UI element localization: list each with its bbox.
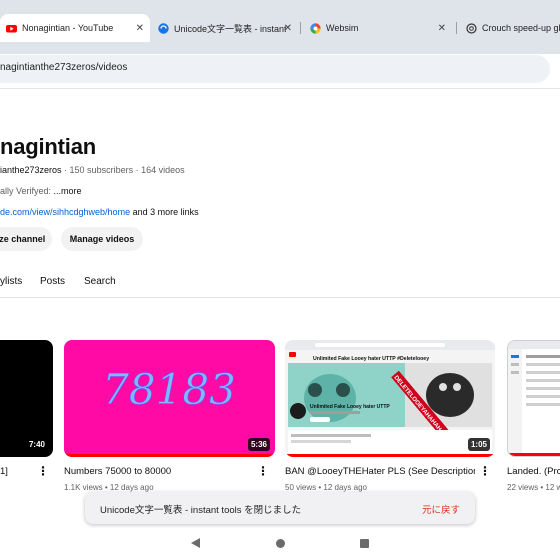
- description-text: ally Verifyed:: [0, 186, 54, 196]
- watch-progress: [508, 453, 560, 456]
- duration-badge: 7:40: [25, 438, 48, 451]
- duration-badge: 5:36: [247, 438, 270, 451]
- tab-posts[interactable]: Posts: [40, 276, 65, 287]
- video-meta: 1.1K views • 12 days ago: [64, 483, 154, 492]
- more-options-icon[interactable]: ⋮: [257, 465, 269, 477]
- video-title[interactable]: 1]: [0, 466, 30, 477]
- snackbar-message: Unicode文字一覧表 - instant tools を閉じました: [100, 505, 302, 516]
- watch-progress: [285, 454, 495, 457]
- video-thumbnail[interactable]: Unlimited Fake Looey hater UTTP #Deletel…: [285, 340, 495, 457]
- browser-tab-strip: Nonagintian - YouTube ✕ Unicode文字一覧表 - i…: [0, 0, 560, 54]
- close-icon[interactable]: ✕: [438, 23, 446, 34]
- thumbnail-heading: Unlimited Fake Looey hater UTTP #Deletel…: [313, 356, 429, 362]
- video-meta: 50 views • 12 days ago: [285, 483, 367, 492]
- thumbnail-number-art: 78183: [102, 365, 236, 415]
- video-thumbnail[interactable]: 7:40: [0, 340, 53, 457]
- channel-stats: · 150 subscribers · 164 videos: [61, 165, 185, 175]
- address-bar[interactable]: nagintianthe273zeros/videos: [0, 54, 560, 84]
- more-links[interactable]: and 3 more links: [130, 207, 199, 217]
- manage-videos-button[interactable]: Manage videos: [61, 227, 143, 251]
- channel-name: nagintian: [0, 134, 96, 159]
- channel-description[interactable]: ally Verifyed: ...more: [0, 186, 82, 196]
- tab-unicode[interactable]: Unicode文字一覧表 - instant ✕: [152, 16, 298, 40]
- channel-links: de.com/view/sihhcdghweb/home and 3 more …: [0, 207, 199, 217]
- screen: Nonagintian - YouTube ✕ Unicode文字一覧表 - i…: [0, 0, 560, 560]
- tab-youtube[interactable]: Nonagintian - YouTube ✕: [0, 14, 150, 42]
- tab-title: Unicode文字一覧表 - instant: [174, 23, 286, 34]
- header-divider: [0, 88, 560, 89]
- instant-tools-favicon: [158, 22, 169, 34]
- thumbnail-screenshot: [508, 341, 560, 456]
- tab-closed-snackbar: Unicode文字一覧表 - instant tools を閉じました 元に戻す: [85, 492, 475, 524]
- tab-crouch[interactable]: Crouch speed-up glit: [460, 16, 560, 40]
- channel-link[interactable]: de.com/view/sihhcdghweb/home: [0, 207, 130, 217]
- url-text[interactable]: nagintianthe273zeros/videos: [0, 62, 127, 73]
- svg-text:Unlimited Fake Looey hater UTT: Unlimited Fake Looey hater UTTP: [310, 404, 390, 410]
- recents-icon[interactable]: [360, 539, 369, 548]
- thumbnail-screenshot: Unlimited Fake Looey hater UTTP #Deletel…: [285, 340, 495, 457]
- tab-title: Websim: [326, 23, 359, 33]
- home-icon[interactable]: [276, 539, 285, 548]
- more-options-icon[interactable]: ⋮: [479, 465, 491, 477]
- video-title[interactable]: BAN @LooeyTHEHater PLS (See Description): [285, 466, 475, 477]
- youtube-favicon: [6, 23, 17, 34]
- tab-separator: [300, 22, 301, 34]
- tabs-divider: [0, 297, 560, 298]
- undo-button[interactable]: 元に戻す: [422, 502, 460, 516]
- tab-separator: [456, 22, 457, 34]
- channel-tabs: ylists Posts Search: [0, 271, 560, 297]
- websim-favicon: [310, 22, 321, 34]
- duration-badge: 1:05: [467, 438, 490, 451]
- tab-title: Nonagintian - YouTube: [22, 23, 114, 33]
- video-title[interactable]: Numbers 75000 to 80000: [64, 466, 249, 477]
- video-title[interactable]: Landed. (Pro: [507, 466, 560, 477]
- openai-favicon: [466, 22, 477, 34]
- watch-progress: [64, 454, 275, 457]
- close-icon[interactable]: ✕: [136, 23, 144, 34]
- back-icon[interactable]: [191, 538, 200, 548]
- tab-playlists[interactable]: ylists: [0, 276, 22, 287]
- more-options-icon[interactable]: ⋮: [37, 465, 49, 477]
- channel-handle: ianthe273zeros: [0, 165, 62, 175]
- system-nav-bar: [0, 528, 560, 560]
- video-thumbnail[interactable]: [507, 340, 560, 457]
- thumbnail-number: 78183: [102, 365, 236, 414]
- video-meta: 22 views • 12 we: [507, 483, 560, 492]
- video-thumbnail[interactable]: 78183 5:36: [64, 340, 275, 457]
- more-link[interactable]: ...more: [54, 186, 82, 196]
- close-icon[interactable]: ✕: [284, 23, 292, 34]
- customize-channel-button[interactable]: ize channel: [0, 227, 52, 251]
- tab-search[interactable]: Search: [84, 276, 116, 287]
- tab-title: Crouch speed-up glit: [482, 23, 560, 33]
- tab-websim[interactable]: Websim ✕: [304, 16, 452, 40]
- channel-meta: ianthe273zeros · 150 subscribers · 164 v…: [0, 165, 185, 175]
